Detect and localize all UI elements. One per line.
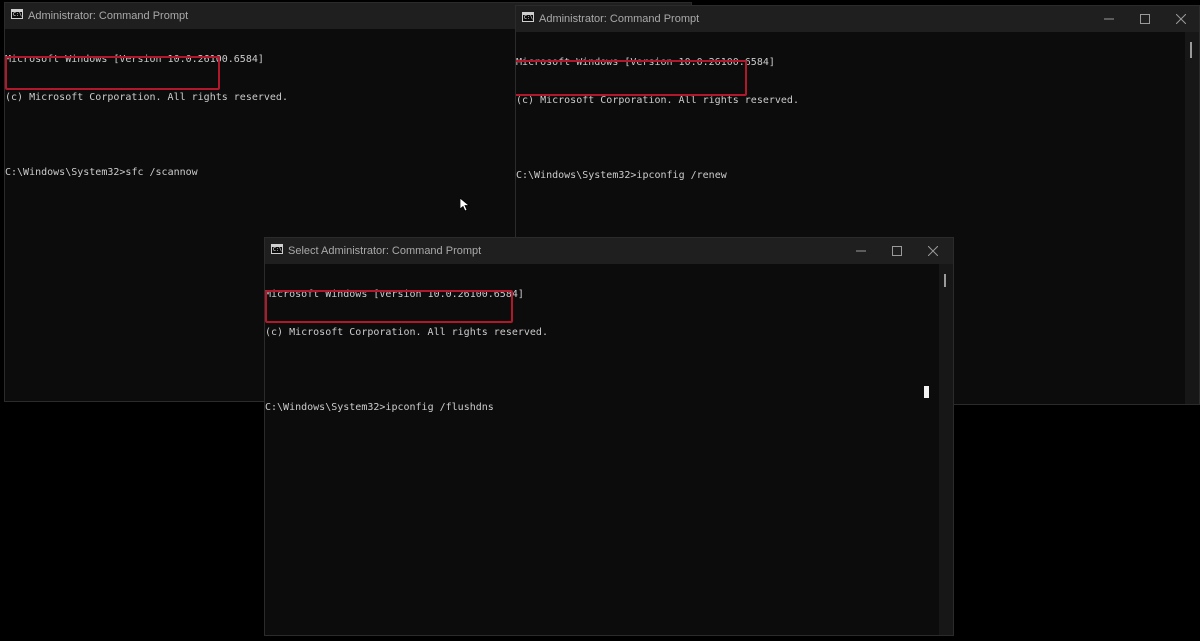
scrollbar-thumb[interactable] <box>944 274 946 287</box>
command-highlight-box <box>265 290 513 323</box>
prompt-text: C:\Windows\System32> <box>5 166 126 178</box>
cmd-icon: C:\ <box>271 244 283 254</box>
command-text: sfc /scannow <box>125 166 198 178</box>
text-cursor <box>924 386 929 398</box>
command-line: C:\Windows\System32>ipconfig /renew <box>516 170 1199 183</box>
close-icon <box>928 246 938 256</box>
command-line: C:\Windows\System32>ipconfig /flushdns <box>265 402 953 415</box>
minimize-button[interactable] <box>843 238 879 264</box>
prompt-text: C:\Windows\System32> <box>516 169 637 181</box>
command-highlight-box <box>5 56 220 90</box>
window-title: Select Administrator: Command Prompt <box>288 245 482 257</box>
minimize-icon <box>856 250 866 252</box>
close-button[interactable] <box>1163 6 1199 32</box>
minimize-icon <box>1104 18 1114 20</box>
desktop: C:\ Administrator: Command Prompt Micros… <box>0 0 1200 641</box>
copyright-line: (c) Microsoft Corporation. All rights re… <box>516 94 799 106</box>
prompt-text: C:\Windows\System32> <box>265 401 386 413</box>
command-text: ipconfig /renew <box>636 169 727 181</box>
cmd-icon: C:\ <box>11 9 23 19</box>
command-highlight-box <box>516 60 747 96</box>
maximize-icon <box>1140 14 1150 24</box>
copyright-line: (c) Microsoft Corporation. All rights re… <box>265 326 548 338</box>
title-bar[interactable]: C:\ Administrator: Command Prompt <box>516 6 1199 32</box>
cmd-window-front[interactable]: C:\ Select Administrator: Command Prompt… <box>264 237 954 636</box>
vertical-scrollbar[interactable] <box>939 264 953 635</box>
minimize-button[interactable] <box>1091 6 1127 32</box>
window-title: Administrator: Command Prompt <box>28 10 189 22</box>
command-text: ipconfig /flushdns <box>385 401 494 413</box>
cmd-icon: C:\ <box>522 12 534 22</box>
maximize-icon <box>892 246 902 256</box>
maximize-button[interactable] <box>1127 6 1163 32</box>
maximize-button[interactable] <box>879 238 915 264</box>
close-button[interactable] <box>915 238 951 264</box>
close-icon <box>1176 14 1186 24</box>
title-bar[interactable]: C:\ Select Administrator: Command Prompt <box>265 238 953 264</box>
vertical-scrollbar[interactable] <box>1185 32 1199 404</box>
mouse-pointer-icon <box>460 198 470 212</box>
window-title: Administrator: Command Prompt <box>539 13 700 25</box>
scrollbar-thumb[interactable] <box>1190 42 1192 58</box>
